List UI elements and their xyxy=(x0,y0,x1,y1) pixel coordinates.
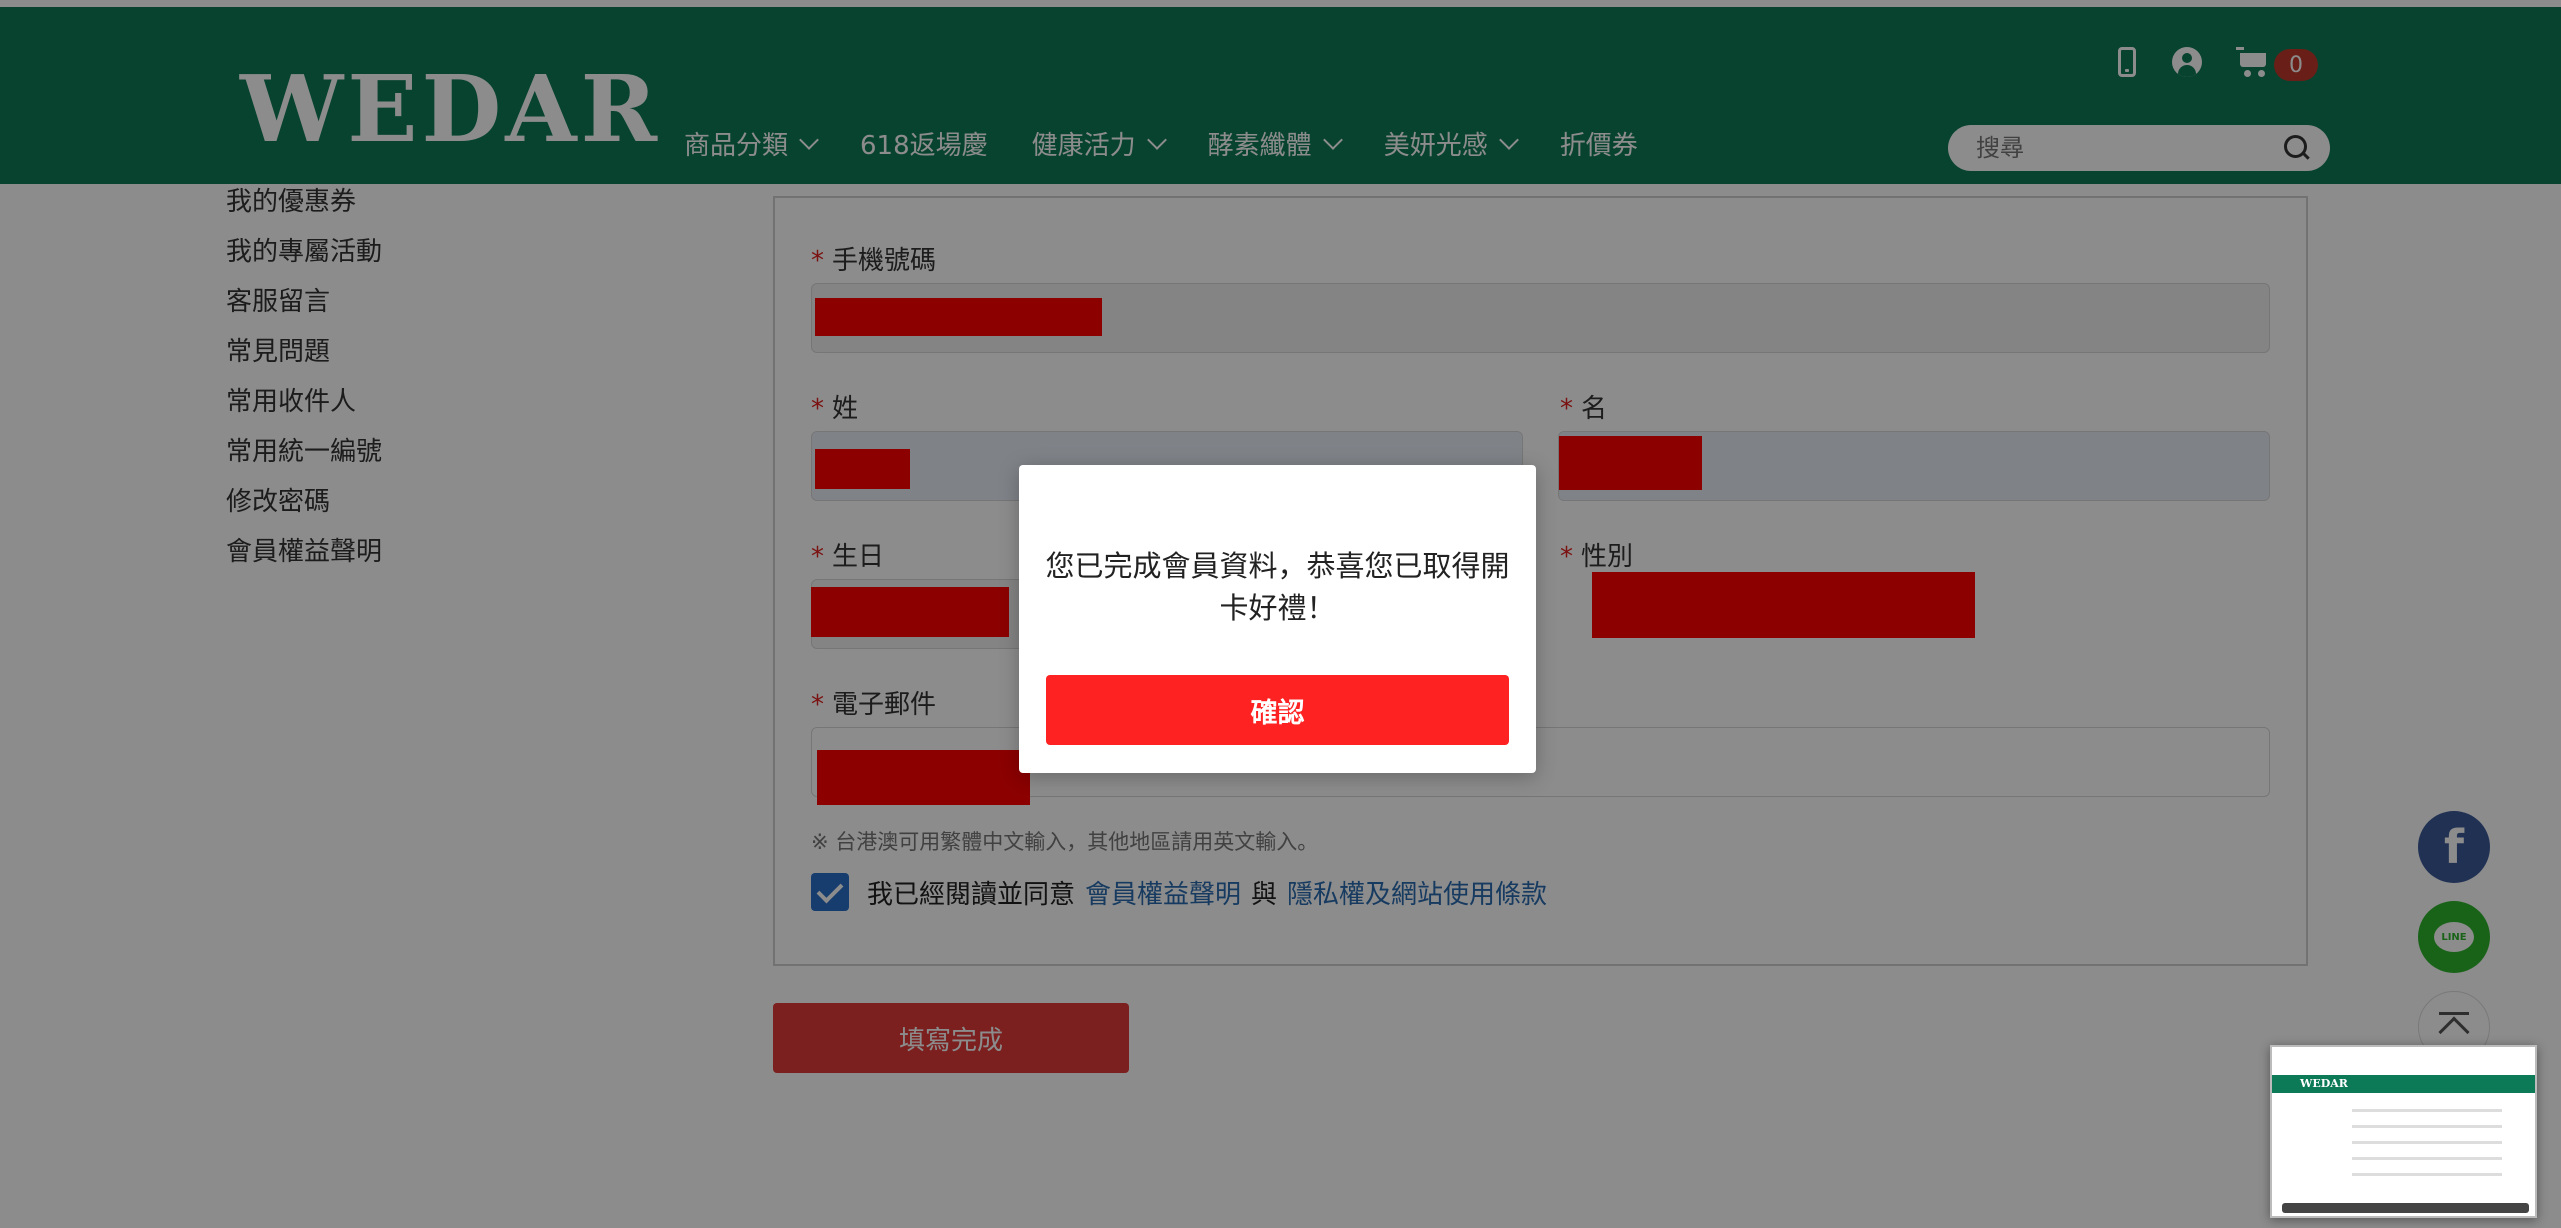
thumbnail-dock xyxy=(2282,1203,2529,1213)
confirmation-dialog: 您已完成會員資料，恭喜您已取得開卡好禮！ 確認 xyxy=(1019,465,1536,773)
screenshot-thumbnail[interactable]: WEDAR xyxy=(2270,1045,2537,1218)
dialog-message: 您已完成會員資料，恭喜您已取得開卡好禮！ xyxy=(1045,549,1510,625)
thumbnail-line xyxy=(2352,1109,2502,1112)
thumbnail-line xyxy=(2352,1173,2502,1176)
thumbnail-logo: WEDAR xyxy=(2300,1077,2348,1090)
thumbnail-line xyxy=(2352,1125,2502,1128)
confirm-button[interactable]: 確認 xyxy=(1046,675,1509,745)
thumbnail-line xyxy=(2352,1141,2502,1144)
thumbnail-line xyxy=(2352,1157,2502,1160)
